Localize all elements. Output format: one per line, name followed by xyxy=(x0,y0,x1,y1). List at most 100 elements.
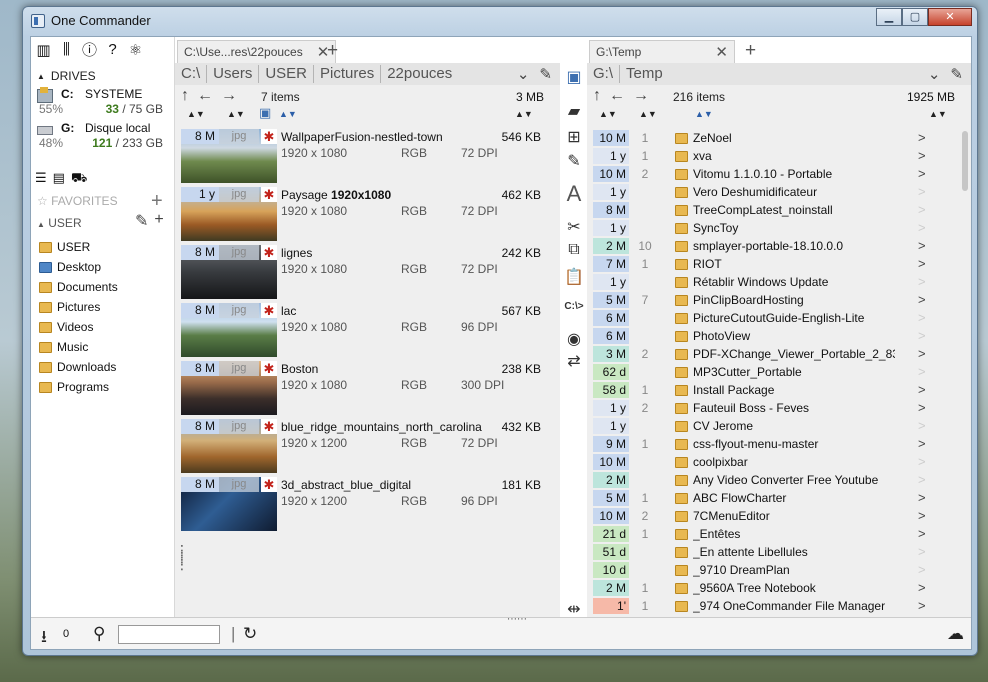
truck-icon[interactable]: ⛟ xyxy=(71,170,87,188)
list-item[interactable]: 6 M PhotoView > xyxy=(593,327,955,345)
list-item[interactable]: 2 M Any Video Converter Free Youtube > xyxy=(593,471,955,489)
chevron-right-icon[interactable]: > xyxy=(918,310,926,326)
right-scrollbar[interactable] xyxy=(961,131,969,617)
image-list-item[interactable]: 8 Mjpg ✱ lac 567 KB 1920 x 1080 RGB 96 DPI xyxy=(181,303,541,359)
sort-name-icon[interactable]: ▲▼ xyxy=(279,109,297,119)
list-item[interactable]: 8 M TreeCompLatest_noinstall > xyxy=(593,201,955,219)
drives-header[interactable]: ▲ DRIVES xyxy=(37,69,96,83)
split-icon[interactable]: ⇹ xyxy=(564,599,584,619)
sort-type-icon[interactable]: ▲▼ xyxy=(639,109,657,119)
minimize-button[interactable]: ▁ xyxy=(876,8,902,26)
columns-icon[interactable]: ▥ xyxy=(33,39,54,60)
favorites-header[interactable]: ☆ FAVORITES xyxy=(37,194,118,208)
sidebar-item-desktop[interactable]: Desktop xyxy=(39,257,118,277)
chevron-right-icon[interactable]: > xyxy=(918,220,926,236)
chevron-right-icon[interactable]: > xyxy=(918,508,926,524)
list-item[interactable]: 6 M PictureCutoutGuide-English-Lite > xyxy=(593,309,955,327)
breadcrumb-item[interactable]: USER xyxy=(259,65,315,83)
list-item[interactable]: 51 d _En attente Libellules > xyxy=(593,543,955,561)
chevron-right-icon[interactable]: > xyxy=(918,202,926,218)
tab-right[interactable]: G:\Temp ✕ xyxy=(589,40,735,63)
chevron-down-icon[interactable]: ⌄ xyxy=(928,65,941,83)
sort-type-icon[interactable]: ▲▼ xyxy=(227,109,245,119)
drive-g[interactable]: G: Disque local 48% 121 / 233 GB xyxy=(37,121,171,155)
breadcrumb-item[interactable]: 22pouces xyxy=(381,65,458,83)
back-icon[interactable]: ← xyxy=(609,87,625,105)
search-icon[interactable]: ⚲ xyxy=(93,624,105,644)
image-list-item[interactable]: 8 Mjpg ✱ lignes 242 KB 1920 x 1080 RGB 72 DPI xyxy=(181,245,541,301)
title-bar[interactable]: One Commander ▁ ▢ ✕ xyxy=(23,7,977,35)
chevron-right-icon[interactable]: > xyxy=(918,436,926,452)
image-list-item[interactable]: 8 Mjpg ✱ WallpaperFusion-nestled-town 546 K… xyxy=(181,129,541,185)
up-icon[interactable]: ↑ xyxy=(181,87,189,105)
atom-icon[interactable]: ⚛ xyxy=(125,39,146,60)
list-item[interactable]: 1 y 1 xva > xyxy=(593,147,955,165)
left-scrollbar[interactable] xyxy=(550,131,558,611)
chevron-right-icon[interactable]: > xyxy=(918,490,926,506)
swap-panes-icon[interactable]: ⇄ xyxy=(564,351,584,371)
close-tab-icon[interactable]: ✕ xyxy=(715,43,728,61)
chevron-right-icon[interactable]: > xyxy=(918,328,926,344)
maximize-button[interactable]: ▢ xyxy=(902,8,928,26)
sort-bar[interactable]: ▲▼ ▲▼ ▣ ▲▼ ▲▼ xyxy=(175,105,560,127)
chevron-right-icon[interactable]: > xyxy=(918,184,926,200)
image-list-item[interactable]: 8 Mjpg ✱ Boston 238 KB 1920 x 1080 RGB 300 DPI xyxy=(181,361,541,417)
sort-name-icon[interactable]: ▲▼ xyxy=(695,109,713,119)
chevron-right-icon[interactable]: > xyxy=(918,598,926,614)
sidebar-item-user[interactable]: USER xyxy=(39,237,118,257)
drive-c[interactable]: C: SYSTEME 55% 33 / 75 GB xyxy=(37,87,171,121)
sort-bar[interactable]: ▲▼ ▲▼ ▲▼ ▲▼ xyxy=(587,109,971,127)
list-item[interactable]: 62 d MP3Cutter_Portable > xyxy=(593,363,955,381)
sort-age-icon[interactable]: ▲▼ xyxy=(599,109,617,119)
list-item[interactable]: 1 y Vero Deshumidificateur > xyxy=(593,183,955,201)
sidebar-item-programs[interactable]: Programs xyxy=(39,377,118,397)
sort-age-icon[interactable]: ▲▼ xyxy=(187,109,205,119)
rename-icon[interactable]: A xyxy=(564,181,584,207)
info-icon[interactable]: ⓘ xyxy=(79,39,100,60)
image-view-icon[interactable]: ▣ xyxy=(259,105,271,121)
eye-icon[interactable]: ◉ xyxy=(564,329,584,349)
image-list-item[interactable]: 8 Mjpg ✱ 3d_abstract_blue_digital 181 KB 192… xyxy=(181,477,541,533)
chevron-right-icon[interactable]: > xyxy=(918,526,926,542)
list-item[interactable]: 2 M 1 _9560A Tree Notebook > xyxy=(593,579,955,597)
breadcrumb-item[interactable]: G:\ xyxy=(587,65,621,83)
list-item[interactable]: 5 M 7 PinClipBoardHosting > xyxy=(593,291,955,309)
edit-file-icon[interactable]: ✎ xyxy=(564,151,584,171)
sidebar-item-pictures[interactable]: Pictures xyxy=(39,297,118,317)
new-file-icon[interactable]: ⊞ xyxy=(564,127,584,147)
list-item[interactable]: 1 y Rétablir Windows Update > xyxy=(593,273,955,291)
list-item[interactable]: 21 d 1 _Entêtes > xyxy=(593,525,955,543)
list-item[interactable]: 5 M 1 ABC FlowCharter > xyxy=(593,489,955,507)
add-icon[interactable]: + xyxy=(154,211,163,231)
chevron-right-icon[interactable]: > xyxy=(918,454,926,470)
chevron-right-icon[interactable]: > xyxy=(918,166,926,182)
sidebar-item-videos[interactable]: Videos xyxy=(39,317,118,337)
list-item[interactable]: 9 M 1 css-flyout-menu-master > xyxy=(593,435,955,453)
breadcrumb-item[interactable]: Temp xyxy=(620,65,669,83)
new-folder-icon[interactable]: ▰ xyxy=(564,101,584,121)
list-item[interactable]: 2 M 10 smplayer-portable-18.10.0.0 > xyxy=(593,237,955,255)
chevron-right-icon[interactable]: > xyxy=(918,544,926,560)
resize-dots-icon[interactable]: ⋮ ⋮ ⋮ xyxy=(175,543,189,571)
new-tab-button[interactable]: + xyxy=(745,40,756,62)
chevron-right-icon[interactable]: > xyxy=(918,580,926,596)
list-item[interactable]: 7 M 1 RIOT > xyxy=(593,255,955,273)
edit-icon[interactable]: ✎ xyxy=(135,211,148,231)
list-item[interactable]: 10 M 1 ZeNoel > xyxy=(593,129,955,147)
list-item[interactable]: 10 M coolpixbar > xyxy=(593,453,955,471)
chevron-right-icon[interactable]: > xyxy=(918,238,926,254)
chevron-right-icon[interactable]: > xyxy=(918,130,926,146)
forward-icon[interactable]: → xyxy=(221,87,237,105)
breadcrumb-item[interactable]: C:\ xyxy=(175,65,208,83)
list-item[interactable]: 1 y CV Jerome > xyxy=(593,417,955,435)
download-icon[interactable]: ⭳ xyxy=(41,624,47,653)
image-list-item[interactable]: 8 Mjpg ✱ blue_ridge_mountains_north_caroli… xyxy=(181,419,541,475)
chevron-right-icon[interactable]: > xyxy=(918,274,926,290)
sliders-icon[interactable]: ⫼ xyxy=(56,39,77,60)
sort-size-icon[interactable]: ▲▼ xyxy=(929,109,947,119)
copy-icon[interactable]: ⧉ xyxy=(564,241,584,259)
edit-path-icon[interactable]: ✎ xyxy=(539,65,552,83)
chevron-right-icon[interactable]: > xyxy=(918,562,926,578)
list-item[interactable]: 1' 1 _974 OneCommander File Manager > xyxy=(593,597,955,615)
forward-icon[interactable]: → xyxy=(633,87,649,105)
